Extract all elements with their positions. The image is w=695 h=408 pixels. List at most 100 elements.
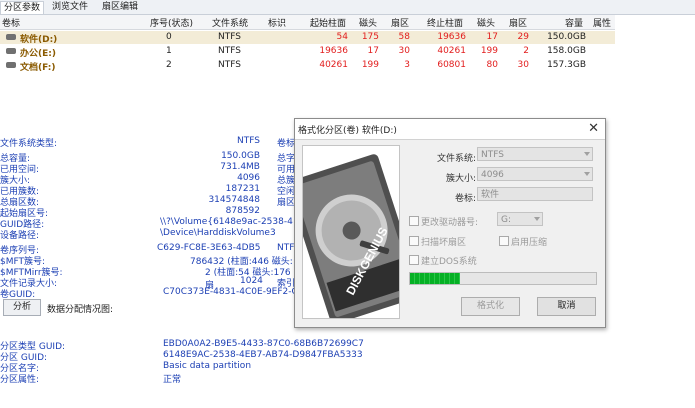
drive-letter-select[interactable]: G: — [497, 212, 543, 226]
col-header-end-head[interactable]: 磁头 — [477, 16, 495, 29]
row-end-head: 17 — [486, 32, 498, 42]
change-drive-letter-label: 更改驱动器号: — [421, 218, 479, 228]
volume-label-label: 卷标: — [454, 194, 476, 204]
row-name: 软件(D:) — [20, 35, 58, 45]
cluster-size-value: 4096 — [481, 170, 504, 180]
table-row[interactable]: 文档(F:) 2 NTFS 40261 199 3 60801 80 30 15… — [0, 59, 615, 73]
cluster-size-value: 4096 — [237, 173, 260, 183]
cancel-button[interactable]: 取消 — [537, 297, 596, 316]
col-header-end-sec[interactable]: 扇区 — [509, 16, 527, 29]
row-start-sec: 58 — [398, 32, 410, 42]
row-fs: NTFS — [218, 46, 241, 56]
partition-type-guid-value: EBD0A0A2-B9E5-4433-87C0-68B6B72699C7 — [163, 339, 364, 349]
row-start-head: 17 — [367, 46, 379, 56]
col-header-start-head[interactable]: 磁头 — [359, 16, 377, 29]
row-index: 0 — [166, 32, 172, 42]
dialog-titlebar: 格式化分区(卷) 软件(D:) ✕ — [295, 119, 605, 140]
partition-guid-panel: 分区类型 GUID: EBD0A0A2-B9E5-4433-87C0-68B6B… — [0, 337, 695, 408]
create-dos-system-checkbox[interactable] — [409, 255, 419, 265]
col-header-id[interactable]: 标识 — [268, 16, 286, 29]
row-end-head: 80 — [486, 60, 498, 70]
file-record-size-value: 1024 — [240, 276, 263, 286]
partition-name-value: Basic data partition — [163, 361, 252, 371]
start-sector-value: 878592 — [225, 206, 260, 216]
data-allocation-label: 数据分配情况图: — [47, 305, 114, 315]
row-fs: NTFS — [218, 60, 241, 70]
row-end-head: 199 — [480, 46, 498, 56]
row-start-cyl: 54 — [336, 32, 348, 42]
col-header-end-cyl[interactable]: 终止柱面 — [427, 16, 463, 29]
chevron-down-icon — [534, 217, 540, 221]
close-icon[interactable]: ✕ — [588, 121, 599, 136]
drive-letter-value: G: — [501, 215, 512, 225]
partition-guid-value: 6148E9AC-2538-4EB7-AB74-D9847FBA5333 — [163, 350, 363, 360]
row-start-head: 199 — [361, 60, 379, 70]
row-name: 文档(F:) — [20, 63, 56, 73]
hard-disk-illustration: DISKGENIUS — [303, 146, 399, 318]
row-end-cyl: 60801 — [437, 60, 466, 70]
partition-attr-value: 正常 — [163, 375, 182, 385]
row-end-sec: 30 — [517, 60, 529, 70]
enable-compression-label: 启用压缩 — [511, 238, 548, 248]
progress-fill — [410, 273, 461, 284]
enable-compression-checkbox[interactable] — [499, 236, 509, 246]
format-button[interactable]: 格式化 — [461, 297, 520, 316]
row-start-sec: 3 — [404, 60, 410, 70]
change-drive-letter-checkbox[interactable] — [409, 216, 419, 226]
diskgenius-logo-image: DISKGENIUS — [302, 145, 400, 319]
total-capacity-value: 150.0GB — [221, 151, 260, 161]
partition-attr-label: 分区属性: — [0, 375, 40, 385]
tab-browse-files[interactable]: 浏览文件 — [49, 1, 91, 13]
scan-bad-sectors-checkbox[interactable] — [409, 236, 419, 246]
cluster-size-select[interactable]: 4096 — [477, 167, 593, 181]
used-space-value: 731.4MB — [220, 162, 260, 172]
table-header: 卷标 序号(状态) 文件系统 标识 起始柱面 磁头 扇区 终止柱面 磁头 扇区 … — [0, 15, 615, 30]
drive-icon — [6, 34, 16, 40]
info-right-label: 扇区 — [277, 198, 296, 208]
fs-type-value: NTFS — [237, 136, 260, 146]
col-header-index[interactable]: 序号(状态) — [150, 16, 193, 29]
tab-sector-edit[interactable]: 扇区编辑 — [99, 1, 141, 13]
scan-bad-sectors-label: 扫描坏扇区 — [421, 238, 467, 248]
volume-label-value: 软件 — [481, 190, 500, 200]
tab-partition-params[interactable]: 分区参数 — [0, 1, 45, 14]
row-start-head: 175 — [361, 32, 379, 42]
create-dos-system-label: 建立DOS系统 — [421, 257, 477, 267]
tab-bar: 分区参数 浏览文件 扇区编辑 — [0, 0, 695, 15]
format-progress-bar — [409, 272, 597, 285]
fs-type-label: 文件系统类型: — [0, 139, 58, 149]
row-size: 150.0GB — [547, 32, 586, 42]
row-name: 办公(E:) — [20, 49, 56, 59]
row-end-cyl: 40261 — [437, 46, 466, 56]
vol-label-label: 卷标 — [277, 139, 296, 149]
row-end-cyl: 19636 — [437, 32, 466, 42]
analyze-button[interactable]: 分析 — [3, 299, 41, 316]
dialog-title: 格式化分区(卷) 软件(D:) — [298, 126, 397, 136]
fs-select[interactable]: NTFS — [477, 147, 593, 161]
volume-label-input[interactable]: 软件 — [477, 187, 593, 201]
table-row[interactable]: 软件(D:) 0 NTFS 54 175 58 19636 17 29 150.… — [0, 31, 615, 45]
volume-info-panel: 文件系统类型: NTFS 卷标 总容量: 150.0GB 总字 已用空间: 73… — [0, 131, 300, 301]
volume-guid-value: C70C373E-4831-4C0E-9EF2-C — [163, 287, 298, 297]
row-size: 158.0GB — [547, 46, 586, 56]
row-index: 2 — [166, 60, 172, 70]
row-index: 1 — [166, 46, 172, 56]
col-header-size[interactable]: 容量 — [565, 16, 583, 29]
fs-select-value: NTFS — [481, 150, 504, 160]
chevron-down-icon — [584, 172, 590, 176]
col-header-start-sec[interactable]: 扇区 — [391, 16, 409, 29]
info-right-label: NTF — [277, 243, 295, 253]
col-header-attr[interactable]: 属性 — [593, 16, 611, 29]
col-header-start-cyl[interactable]: 起始柱面 — [310, 16, 346, 29]
chevron-down-icon — [584, 152, 590, 156]
partition-table: 卷标 序号(状态) 文件系统 标识 起始柱面 磁头 扇区 终止柱面 磁头 扇区 … — [0, 15, 615, 125]
device-path-label: 设备路径: — [0, 231, 40, 241]
guid-path-value: \\?\Volume{6148e9ac-2538-4 — [160, 217, 293, 227]
row-end-sec: 2 — [523, 46, 529, 56]
row-end-sec: 29 — [517, 32, 529, 42]
drive-icon — [6, 48, 16, 54]
col-header-label[interactable]: 卷标 — [2, 16, 20, 29]
table-row[interactable]: 办公(E:) 1 NTFS 19636 17 30 40261 199 2 15… — [0, 45, 615, 59]
format-partition-dialog: 格式化分区(卷) 软件(D:) ✕ DISKGENIUS 文件系统: NTFS … — [294, 118, 606, 328]
col-header-fs[interactable]: 文件系统 — [212, 16, 248, 29]
